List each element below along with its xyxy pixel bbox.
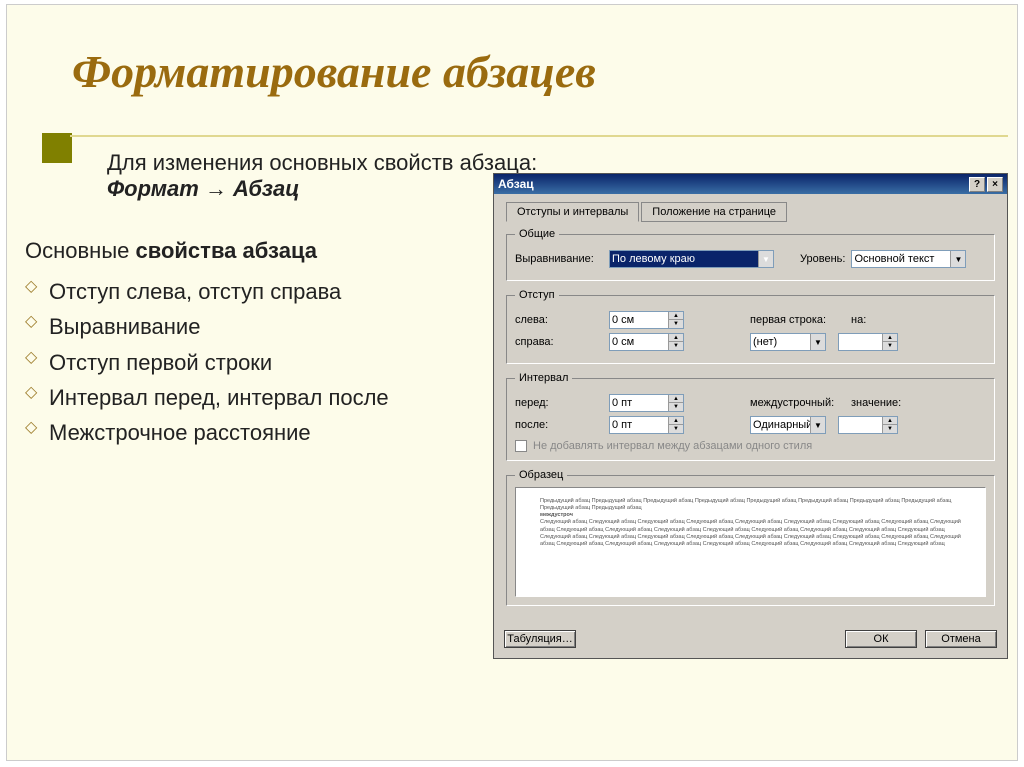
spinner-buttons[interactable]: ▲▼	[668, 334, 683, 350]
tab-strip: Отступы и интервалы Положение на страниц…	[506, 202, 995, 222]
chevron-down-icon: ▼	[950, 251, 965, 267]
firstline-value-spinner[interactable]: ▲▼	[838, 333, 898, 351]
list-item: Интервал перед, интервал после	[25, 380, 389, 415]
dialog-title: Абзац	[498, 177, 534, 191]
label-linespacing: междустрочный:	[750, 397, 845, 409]
tab-position[interactable]: Положение на странице	[641, 202, 787, 222]
chevron-down-icon: ▼	[810, 334, 825, 350]
group-interval: Интервал перед: 0 пт ▲▼ междустрочный: з…	[506, 372, 995, 461]
intro-line2: Формат → Абзац	[107, 176, 537, 202]
ok-button[interactable]: ОК	[845, 630, 917, 648]
same-style-checkbox[interactable]: Не добавлять интервал между абзацами одн…	[515, 440, 986, 452]
properties-heading: Основные свойства абзаца	[25, 233, 389, 268]
list-item: Выравнивание	[25, 309, 389, 344]
legend-sample: Образец	[515, 469, 567, 481]
list-item: Отступ слева, отступ справа	[25, 274, 389, 309]
dialog-footer: Табуляция… ОК Отмена	[494, 624, 1007, 658]
spinner-buttons[interactable]: ▲▼	[668, 395, 683, 411]
accent-line	[70, 135, 1008, 137]
spinner-buttons[interactable]: ▲▼	[882, 334, 897, 350]
label-value: значение:	[851, 397, 901, 409]
label-firstline: первая строка:	[750, 314, 845, 326]
chevron-down-icon: ▼	[810, 417, 825, 433]
slide-title: Форматирование абзацев	[72, 45, 596, 98]
slide: Форматирование абзацев Для изменения осн…	[6, 4, 1018, 761]
linespacing-dropdown[interactable]: Одинарный ▼	[750, 416, 826, 434]
chevron-down-icon: ▼	[758, 251, 773, 267]
level-dropdown[interactable]: Основной текст ▼	[851, 250, 966, 268]
sample-preview: Предыдущий абзац Предыдущий абзац Предыд…	[515, 487, 986, 597]
tabulation-button[interactable]: Табуляция…	[504, 630, 576, 648]
spinner-buttons[interactable]: ▲▼	[668, 417, 683, 433]
help-button[interactable]: ?	[969, 177, 985, 192]
group-sample: Образец Предыдущий абзац Предыдущий абза…	[506, 469, 995, 606]
intro-line1: Для изменения основных свойств абзаца:	[107, 150, 537, 176]
group-indent: Отступ слева: 0 см ▲▼ первая строка: на:…	[506, 289, 995, 364]
spinner-buttons[interactable]: ▲▼	[882, 417, 897, 433]
label-left: слева:	[515, 314, 603, 326]
indent-left-spinner[interactable]: 0 см ▲▼	[609, 311, 684, 329]
intro-text: Для изменения основных свойств абзаца: Ф…	[107, 150, 537, 202]
alignment-dropdown[interactable]: По левому краю ▼	[609, 250, 774, 268]
before-spinner[interactable]: 0 пт ▲▼	[609, 394, 684, 412]
label-on: на:	[851, 314, 881, 326]
dialog-titlebar[interactable]: Абзац ? ×	[494, 174, 1007, 194]
legend-indent: Отступ	[515, 289, 559, 301]
properties-list: Основные свойства абзаца Отступ слева, о…	[25, 233, 389, 450]
paragraph-dialog: Абзац ? × Отступы и интервалы Положение …	[493, 173, 1008, 659]
accent-square	[42, 133, 72, 163]
close-button[interactable]: ×	[987, 177, 1003, 192]
label-level: Уровень:	[800, 253, 845, 265]
spinner-buttons[interactable]: ▲▼	[668, 312, 683, 328]
legend-interval: Интервал	[515, 372, 572, 384]
list-item: Межстрочное расстояние	[25, 415, 389, 450]
cancel-button[interactable]: Отмена	[925, 630, 997, 648]
indent-right-spinner[interactable]: 0 см ▲▼	[609, 333, 684, 351]
group-general: Общие Выравнивание: По левому краю ▼ Уро…	[506, 228, 995, 281]
checkbox-icon	[515, 440, 527, 452]
label-before: перед:	[515, 397, 603, 409]
linespacing-value-spinner[interactable]: ▲▼	[838, 416, 898, 434]
list-item: Отступ первой строки	[25, 345, 389, 380]
legend-general: Общие	[515, 228, 559, 240]
tab-indents[interactable]: Отступы и интервалы	[506, 202, 639, 222]
firstline-dropdown[interactable]: (нет) ▼	[750, 333, 826, 351]
label-alignment: Выравнивание:	[515, 253, 603, 265]
label-after: после:	[515, 419, 603, 431]
after-spinner[interactable]: 0 пт ▲▼	[609, 416, 684, 434]
label-right: справа:	[515, 336, 603, 348]
